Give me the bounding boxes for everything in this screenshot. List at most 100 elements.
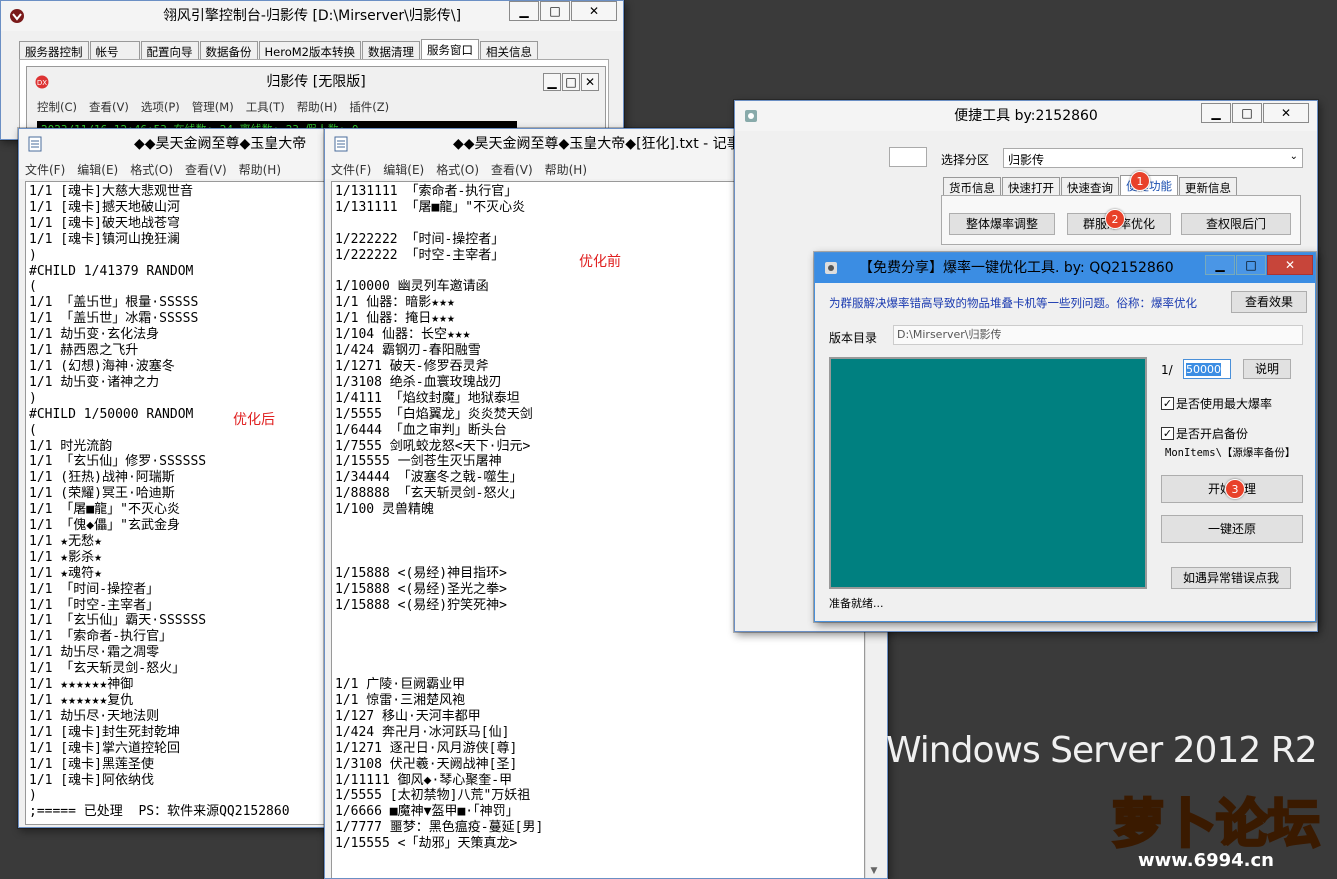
text-line: ) [29,247,37,263]
scroll-down-arrow-icon[interactable]: ▼ [866,863,882,878]
text-line: 1/1 ★★★★★★神御 [29,677,134,693]
inner-close-button[interactable]: ✕ [581,73,599,91]
explain-button[interactable]: 说明 [1243,359,1291,379]
menu-view[interactable]: 查看(V) [185,161,227,178]
ratio-input[interactable]: 50000 [1183,359,1231,379]
check-backdoor-button[interactable]: 查权限后门 [1181,213,1291,235]
text-line: ) [29,788,37,804]
version-dir-label: 版本目录 [829,331,878,345]
control-panel-window: 翎风引擎控制台-归影传 [D:\Mirserver\归影传\] ▁ □ ✕ 服务… [0,0,624,140]
rate-optimizer-titlebar: 【免费分享】爆率一键优化工具. by: QQ2152860 ▁ □ ✕ [815,253,1315,283]
text-line: #CHILD 1/41379 RANDOM [29,263,194,279]
version-dir-input[interactable]: D:\Mirserver\归影传 [893,325,1303,345]
convenience-tool-titlebar: 便捷工具 by:2152860 ▁ □ ✕ [735,101,1317,131]
text-line: ;===== 已处理 PS：软件来源QQ2152860 [29,804,290,820]
backup-checkbox-row[interactable]: ✓ 是否开启备份 [1161,425,1248,442]
checkbox-checked-icon[interactable]: ✓ [1161,397,1174,410]
text-line: 1/1 「盖卐世」根量·SSSSS [29,295,199,311]
menu-file[interactable]: 文件(F) [331,161,371,178]
menu-format[interactable]: 格式(O) [130,161,173,178]
tool-left-panel [889,147,927,167]
text-line: 1/1 「时空-主宰者」 [29,597,160,613]
text-line [335,661,861,677]
notepad-after-menubar: 文件(F) 编辑(E) 格式(O) 查看(V) 帮助(H) [19,159,335,179]
inner-maximize-button[interactable]: □ [562,73,580,91]
one-click-restore-button[interactable]: 一键还原 [1161,515,1303,543]
ratio-input-value: 50000 [1186,363,1221,376]
max-rate-checkbox-label: 是否使用最大爆率 [1176,397,1273,411]
text-line: 1/1 [魂卡]黑莲圣使 [29,756,154,772]
forum-logo-url: www.6994.cn [1138,850,1274,871]
overall-rate-adjust-button[interactable]: 整体爆率调整 [949,213,1055,235]
text-line: 1/1 [魂卡]破天地战苍穹 [29,215,180,231]
text-line: 1/1 「玄卐仙」霸天·SSSSSS [29,613,207,629]
maximize-button[interactable]: □ [1236,255,1266,275]
minimize-button[interactable]: ▁ [1201,103,1231,123]
text-line: 1/3108 伏卍羲·天阙战神[圣] [335,756,518,772]
menu-view[interactable]: 查看(V) [491,161,533,178]
text-line: 1/6666 ■魔神▼盔甲■·「神罚」 [335,804,519,820]
text-line: 1/1 「时间-操控者」 [29,581,160,597]
menu-help[interactable]: 帮助(H) [297,99,338,115]
notepad-after-window: ◆◆昊天金阙至尊◆玉皇大帝 文件(F) 编辑(E) 格式(O) 查看(V) 帮助… [18,128,336,828]
status-text: 准备就绪... [829,597,884,610]
text-line: 1/1 [魂卡]封生死封乾坤 [29,724,180,740]
minimize-button[interactable]: ▁ [509,1,539,21]
text-line: 1/1 ★影杀★ [29,549,102,565]
text-line: 1/1 劫卐尽·天地法则 [29,708,160,724]
menu-edit[interactable]: 编辑(E) [77,161,118,178]
text-line: 1/1 「索命者-执行官」 [29,629,173,645]
menu-file[interactable]: 文件(F) [25,161,65,178]
text-line: 1/1 [魂卡]阿依纳伐 [29,772,154,788]
menu-plugins[interactable]: 插件(Z) [349,99,389,115]
menu-view[interactable]: 查看(V) [89,99,129,115]
text-line: 1/7777 噩梦：黑色瘟疫-蔓延[男] [335,820,544,836]
text-line: 1/1 [魂卡]掌六道控轮回 [29,740,180,756]
text-line: 1/15555 <「劫邪」天策真龙> [335,836,518,852]
menu-manage[interactable]: 管理(M) [192,99,234,115]
text-line: 1/1 ★无愁★ [29,533,102,549]
menu-options[interactable]: 选项(P) [141,99,180,115]
ratio-label: 1/ [1161,363,1173,377]
notepad-after-text-area[interactable]: 1/1 [魂卡]大慈大悲观世音 1/1 [魂卡]撼天地破山河 1/1 [魂卡]破天地… [25,181,331,825]
menu-tools[interactable]: 工具(T) [246,99,285,115]
forum-logo: 萝卜论坛 www.6994.cn [1092,782,1328,874]
text-line: ) [29,390,37,406]
max-rate-checkbox-row[interactable]: ✓ 是否使用最大爆率 [1161,395,1272,412]
partition-select-value: 归影传 [1008,153,1045,167]
text-line: 1/1 ★★★★★★复仇 [29,693,134,708]
text-line: ( [29,279,37,295]
maximize-button[interactable]: □ [540,1,570,21]
text-line: 1/1 惊雷·三湘楚风袍 [335,693,466,708]
text-line: 1/1 [魂卡]镇河山挽狂澜 [29,231,180,247]
checkbox-checked-icon[interactable]: ✓ [1161,427,1174,440]
menu-edit[interactable]: 编辑(E) [383,161,424,178]
text-line: 1/5555 [太初禁物]八荒"万妖祖 [335,788,531,804]
text-line: 1/11111 御风◆·琴心聚奎-甲 [335,772,513,788]
maximize-button[interactable]: □ [1232,103,1262,123]
error-help-button[interactable]: 如遇异常错误点我 [1171,567,1291,589]
menu-help[interactable]: 帮助(H) [239,161,281,178]
before-annotation: 优化前 [579,254,621,270]
text-line: 1/1 [魂卡]撼天地破山河 [29,199,180,215]
text-line [335,645,861,661]
inner-menubar: 控制(C) 查看(V) 选项(P) 管理(M) 工具(T) 帮助(H) 插件(Z… [37,99,389,115]
menu-help[interactable]: 帮助(H) [545,161,587,178]
forum-logo-text: 萝卜论坛 [1110,794,1321,857]
close-button[interactable]: ✕ [571,1,617,21]
partition-select[interactable]: 归影传 ⌄ [1003,148,1303,168]
menu-control[interactable]: 控制(C) [37,99,77,115]
inner-minimize-button[interactable]: ▁ [543,73,561,91]
text-line: #CHILD 1/50000 RANDOM [29,406,194,422]
view-effect-button[interactable]: 查看效果 [1231,291,1307,313]
minimize-button[interactable]: ▁ [1205,255,1235,275]
text-line: 1/1271 逐卍日·风月游侠[尊] [335,740,518,756]
close-button[interactable]: ✕ [1267,255,1313,275]
menu-format[interactable]: 格式(O) [436,161,479,178]
text-line: ( [29,422,37,438]
backup-path-text: MonItems\【源爆率备份】 [1165,447,1296,459]
after-annotation: 优化后 [233,412,275,428]
close-button[interactable]: ✕ [1263,103,1309,123]
text-line: 1/1 (幻想)海神·波塞冬 [29,358,175,374]
rate-optimizer-window: 【免费分享】爆率一键优化工具. by: QQ2152860 ▁ □ ✕ 为群服解… [814,252,1316,622]
